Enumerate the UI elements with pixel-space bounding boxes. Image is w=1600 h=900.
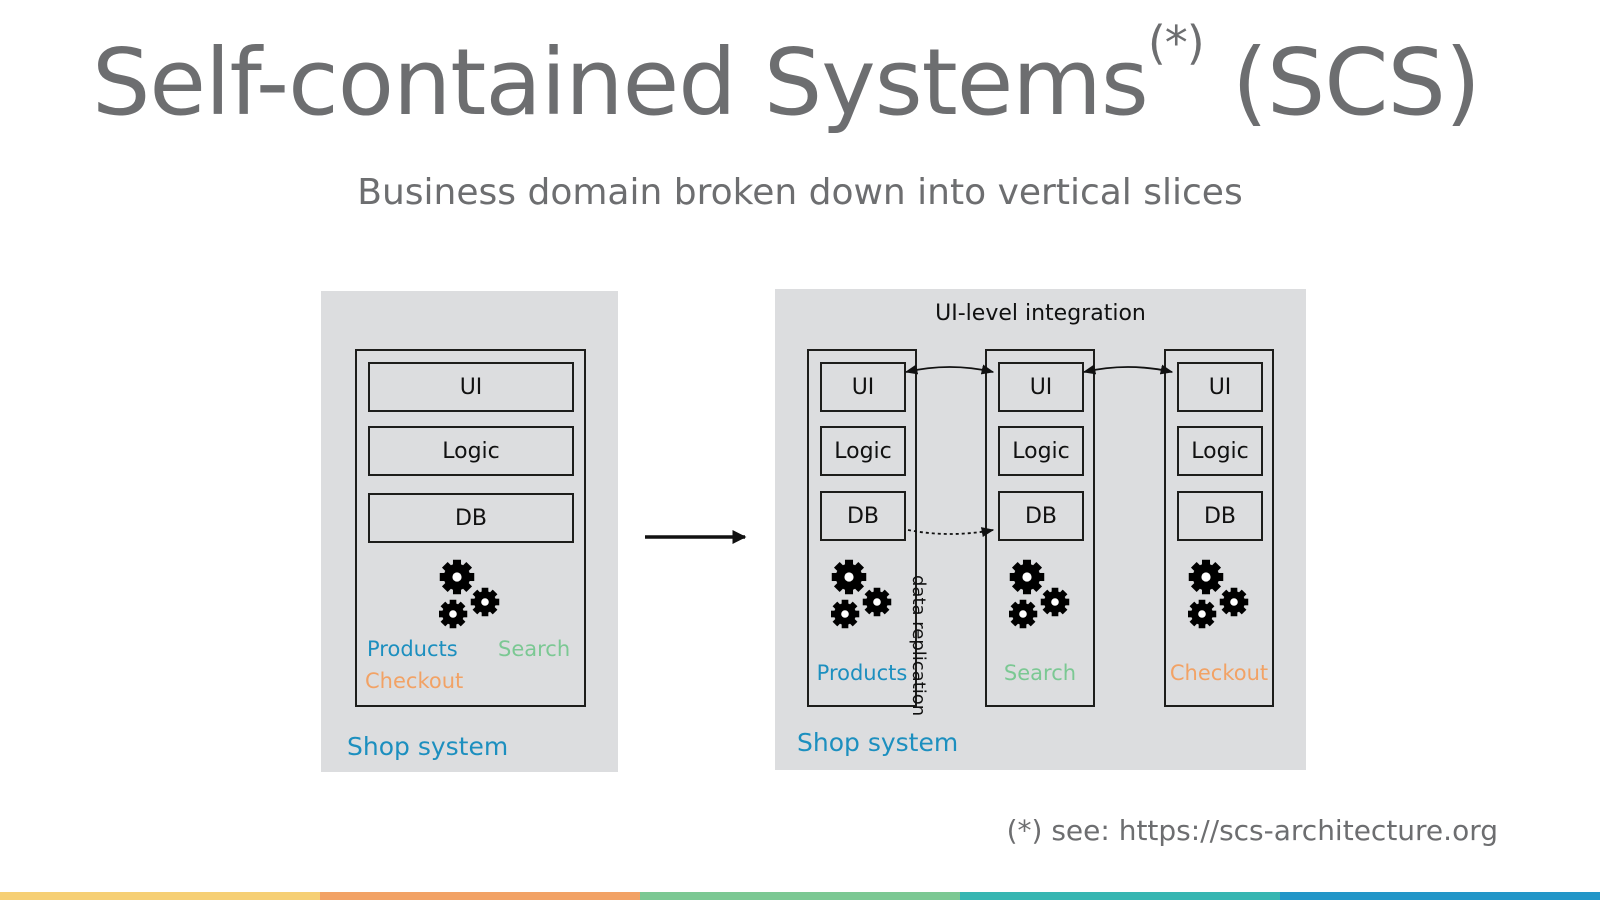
title-main: Self-contained Systems [92, 29, 1149, 136]
stripe-blue [1280, 892, 1600, 900]
gears-icon [439, 559, 503, 629]
scs-system-search: UI Logic DB Search [985, 349, 1095, 707]
monolith-layer-ui: UI [368, 362, 574, 412]
shop-system-label: Shop system [347, 732, 509, 761]
search-layer-db: DB [998, 491, 1084, 541]
stripe-yellow [0, 892, 320, 900]
ui-integration-heading: UI-level integration [935, 301, 1146, 326]
system-label-search: Search [1003, 661, 1077, 685]
stripe-teal [960, 892, 1280, 900]
monolith-layer-db: DB [368, 493, 574, 543]
system-label-checkout: Checkout [1169, 661, 1269, 685]
stripe-orange [320, 892, 640, 900]
stripe-green [640, 892, 960, 900]
footnote: (*) see: https://scs-architecture.org [1006, 814, 1498, 847]
products-layer-db: DB [820, 491, 906, 541]
scs-panel: UI-level integration UI Logic DB Product… [775, 289, 1306, 770]
gears-icon [1188, 559, 1252, 629]
checkout-layer-ui: UI [1177, 362, 1263, 412]
monolith-box: UI Logic DB Products Search Checkout [355, 349, 586, 707]
gears-icon [831, 559, 895, 629]
search-layer-ui: UI [998, 362, 1084, 412]
title-footnote-marker: (*) [1147, 16, 1205, 70]
domain-label-checkout: Checkout [365, 669, 464, 693]
title-suffix: (SCS) [1203, 29, 1481, 136]
checkout-layer-logic: Logic [1177, 426, 1263, 476]
domain-label-search: Search [498, 637, 571, 661]
monolith-layer-logic: Logic [368, 426, 574, 476]
products-layer-ui: UI [820, 362, 906, 412]
domain-label-products: Products [367, 637, 458, 661]
scs-system-products: UI Logic DB Products [807, 349, 917, 707]
subtitle: Business domain broken down into vertica… [357, 172, 1243, 213]
search-layer-logic: Logic [998, 426, 1084, 476]
shop-system-label: Shop system [797, 728, 959, 757]
scs-system-checkout: UI Logic DB Checkout [1164, 349, 1274, 707]
monolith-panel: UI Logic DB Products Search Checkout Sho… [321, 291, 618, 772]
checkout-layer-db: DB [1177, 491, 1263, 541]
gears-icon [1009, 559, 1073, 629]
products-layer-logic: Logic [820, 426, 906, 476]
page-title: Self-contained Systems(*) (SCS) [92, 20, 1481, 138]
data-replication-label: data replication [908, 575, 929, 717]
system-label-products: Products [816, 661, 908, 685]
